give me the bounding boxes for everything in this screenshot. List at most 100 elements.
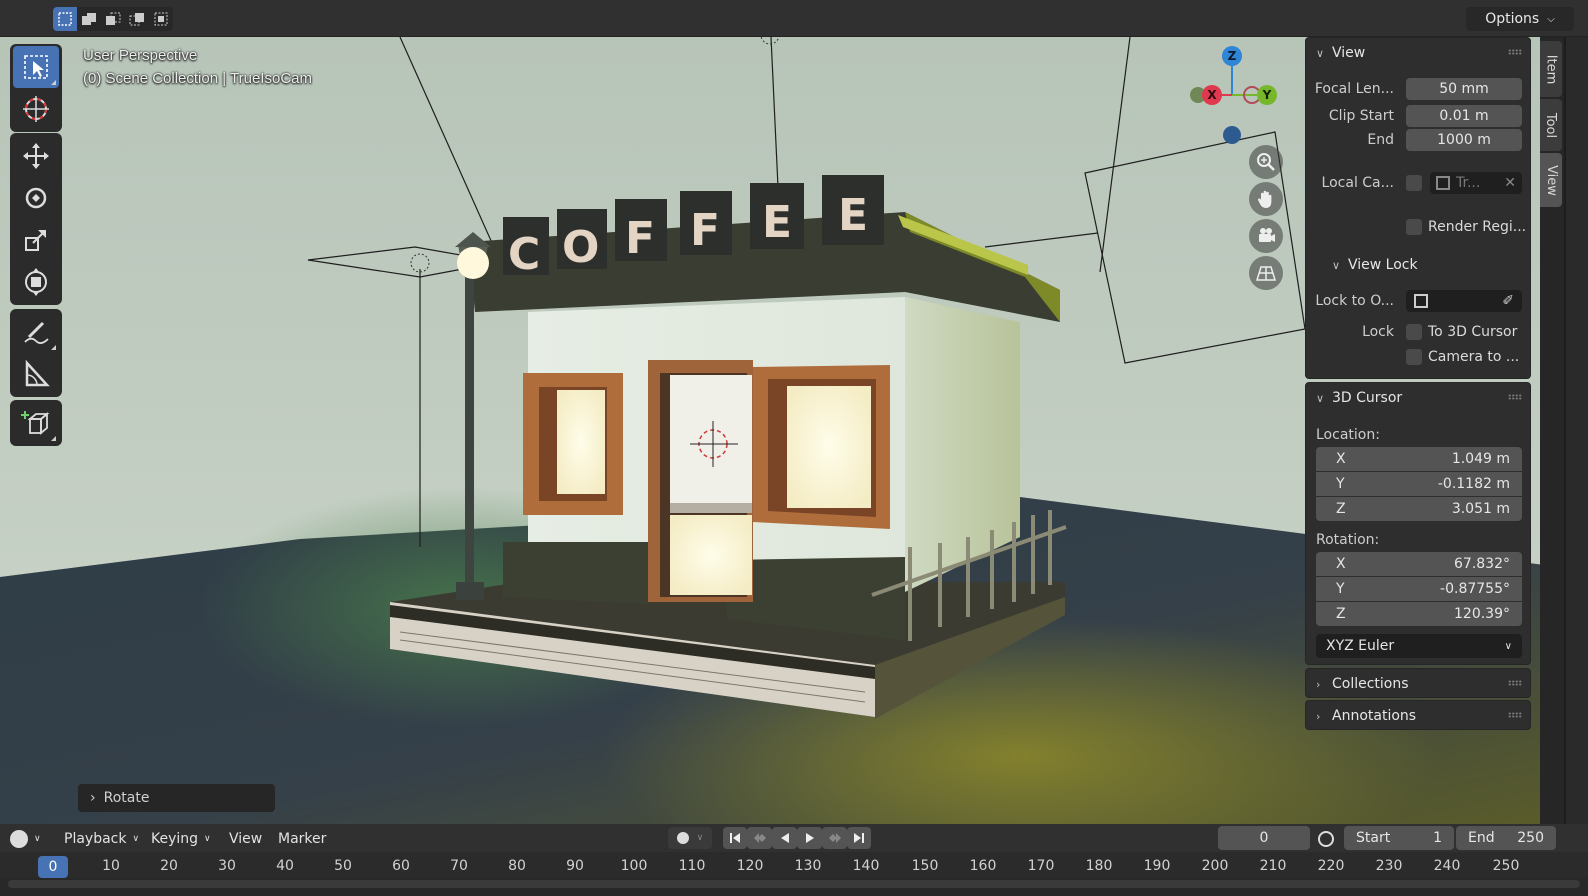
cursor-panel-header[interactable]: ∨ 3D Cursor	[1306, 383, 1530, 413]
prev-keyframe-icon[interactable]	[747, 827, 772, 849]
annotations-panel[interactable]: › Annotations	[1305, 700, 1531, 730]
scale-icon[interactable]	[13, 219, 59, 261]
rotation-y-value: -0.87755°	[1440, 581, 1510, 597]
location-y-field[interactable]: Y -0.1182 m	[1316, 472, 1522, 496]
ruler-tick: 110	[678, 858, 706, 874]
sidebar-tabs: Item Tool View	[1540, 37, 1564, 824]
ortho-grid-icon[interactable]	[1249, 256, 1283, 290]
options-dropdown[interactable]: Options ⌵	[1466, 7, 1574, 31]
collections-panel[interactable]: › Collections	[1305, 668, 1531, 698]
next-keyframe-icon[interactable]	[822, 827, 847, 849]
jump-start-icon[interactable]	[723, 827, 747, 849]
ruler-tick: 140	[852, 858, 880, 874]
jump-end-icon[interactable]	[847, 827, 871, 849]
render-region-checkbox[interactable]	[1406, 219, 1422, 235]
location-x-field[interactable]: X 1.049 m	[1316, 447, 1522, 471]
move-icon[interactable]	[13, 135, 59, 177]
sidebar-scrollbar[interactable]	[1566, 37, 1588, 824]
rotation-x-field[interactable]: X 67.832°	[1316, 552, 1522, 576]
eyedropper-icon[interactable]: ✐	[1502, 293, 1514, 309]
marker-menu[interactable]: Marker	[278, 828, 326, 850]
sign-letter: C	[508, 229, 540, 280]
view-panel: ∨ View Focal Len... 50 mm Clip Start 0.0…	[1305, 37, 1531, 379]
keying-menu[interactable]: Keying ∨	[151, 828, 211, 850]
local-camera-checkbox[interactable]	[1406, 175, 1422, 191]
ruler-tick: 200	[1201, 858, 1229, 874]
tab-view[interactable]: View	[1540, 153, 1562, 207]
camera-view-icon[interactable]	[1249, 219, 1283, 253]
object-icon	[1414, 294, 1428, 308]
axis-label: Y	[1336, 581, 1345, 597]
select-invert-icon[interactable]	[125, 7, 149, 31]
add-cube-icon[interactable]	[13, 402, 59, 444]
sign-letter: F	[690, 205, 720, 256]
clip-start-field[interactable]: 0.01 m	[1406, 105, 1522, 127]
measure-icon[interactable]	[13, 353, 59, 395]
drag-grip-icon[interactable]	[1508, 712, 1522, 718]
rotation-mode-dropdown[interactable]: XYZ Euler ∨	[1316, 634, 1522, 658]
clear-icon[interactable]: ✕	[1504, 175, 1516, 191]
rotation-z-field[interactable]: Z 120.39°	[1316, 602, 1522, 626]
tab-tool[interactable]: Tool	[1540, 99, 1562, 151]
stopwatch-icon[interactable]	[1318, 828, 1334, 850]
select-subtract-icon[interactable]	[101, 7, 125, 31]
drag-grip-icon[interactable]	[1508, 680, 1522, 686]
tab-item[interactable]: Item	[1540, 41, 1562, 97]
lock-to-object-field[interactable]: ✐	[1406, 290, 1522, 312]
annotate-icon[interactable]	[13, 311, 59, 353]
timeline-editor: ∨ Playback ∨ Keying ∨ View Marker ∨ 0 Star…	[0, 824, 1588, 896]
location-z-value: 3.051 m	[1451, 501, 1510, 517]
play-icon[interactable]	[797, 827, 822, 849]
cursor-icon[interactable]	[13, 88, 59, 130]
ruler-tick: 170	[1027, 858, 1055, 874]
view-panel-header[interactable]: ∨ View	[1306, 38, 1530, 68]
camera-to-view-checkbox[interactable]	[1406, 349, 1422, 365]
location-label: Location:	[1316, 427, 1380, 443]
current-frame-field[interactable]: 0	[1218, 826, 1310, 850]
lock-to-cursor-label: To 3D Cursor	[1428, 324, 1518, 340]
pan-hand-icon[interactable]	[1249, 182, 1283, 216]
axis-label: X	[1336, 556, 1346, 572]
ruler-tick: 20	[160, 858, 178, 874]
lock-to-cursor-checkbox[interactable]	[1406, 324, 1422, 340]
last-operator-panel[interactable]: › Rotate	[78, 784, 275, 812]
transform-icon[interactable]	[13, 261, 59, 303]
zoom-icon[interactable]	[1249, 145, 1283, 179]
ruler-tick: 130	[794, 858, 822, 874]
clip-end-field[interactable]: 1000 m	[1406, 129, 1522, 151]
local-camera-field[interactable]: Tr... ✕	[1430, 172, 1522, 194]
record-button[interactable]: ∨	[668, 827, 712, 849]
playback-menu[interactable]: Playback ∨	[64, 828, 139, 850]
ruler-tick: 230	[1375, 858, 1403, 874]
view-panel-title: View	[1332, 45, 1366, 61]
editor-type-button[interactable]: ∨	[10, 828, 41, 850]
end-frame-field[interactable]: End 250	[1456, 826, 1556, 850]
drag-grip-icon[interactable]	[1508, 49, 1522, 55]
start-frame-field[interactable]: Start 1	[1344, 826, 1454, 850]
playhead-frame[interactable]: 0	[38, 856, 68, 878]
select-box-icon[interactable]	[13, 46, 59, 88]
view-menu[interactable]: View	[229, 828, 262, 850]
drag-grip-icon[interactable]	[1508, 394, 1522, 400]
clip-start-label: Clip Start	[1328, 108, 1394, 124]
cursor-panel: ∨ 3D Cursor Location: X 1.049 m Y -0.118…	[1305, 382, 1531, 665]
frame-ruler[interactable]: 0 10 20 30 40 50 60 70 80 90 100 110 120…	[0, 852, 1588, 878]
chevron-down-icon: ∨	[1316, 46, 1325, 60]
select-intersect-icon[interactable]	[149, 7, 173, 31]
toolbar-select-group	[10, 44, 62, 132]
rotation-y-field[interactable]: Y -0.87755°	[1316, 577, 1522, 601]
location-z-field[interactable]: Z 3.051 m	[1316, 497, 1522, 521]
focal-length-label: Focal Len...	[1314, 81, 1394, 97]
start-label: Start	[1356, 830, 1391, 846]
view-lock-header[interactable]: ∨ View Lock	[1322, 250, 1522, 280]
select-new-icon[interactable]	[53, 7, 77, 31]
play-reverse-icon[interactable]	[772, 827, 797, 849]
ruler-tick: 210	[1259, 858, 1287, 874]
timeline-scrollbar[interactable]	[8, 880, 1580, 888]
chevron-down-icon: ∨	[1316, 391, 1325, 405]
3d-viewport[interactable]: C O F F E E Z X Y User Perspective (0) S…	[0, 37, 1560, 824]
focal-length-field[interactable]: 50 mm	[1406, 78, 1522, 100]
end-value: 250	[1517, 830, 1544, 846]
select-extend-icon[interactable]	[77, 7, 101, 31]
rotate-icon[interactable]	[13, 177, 59, 219]
